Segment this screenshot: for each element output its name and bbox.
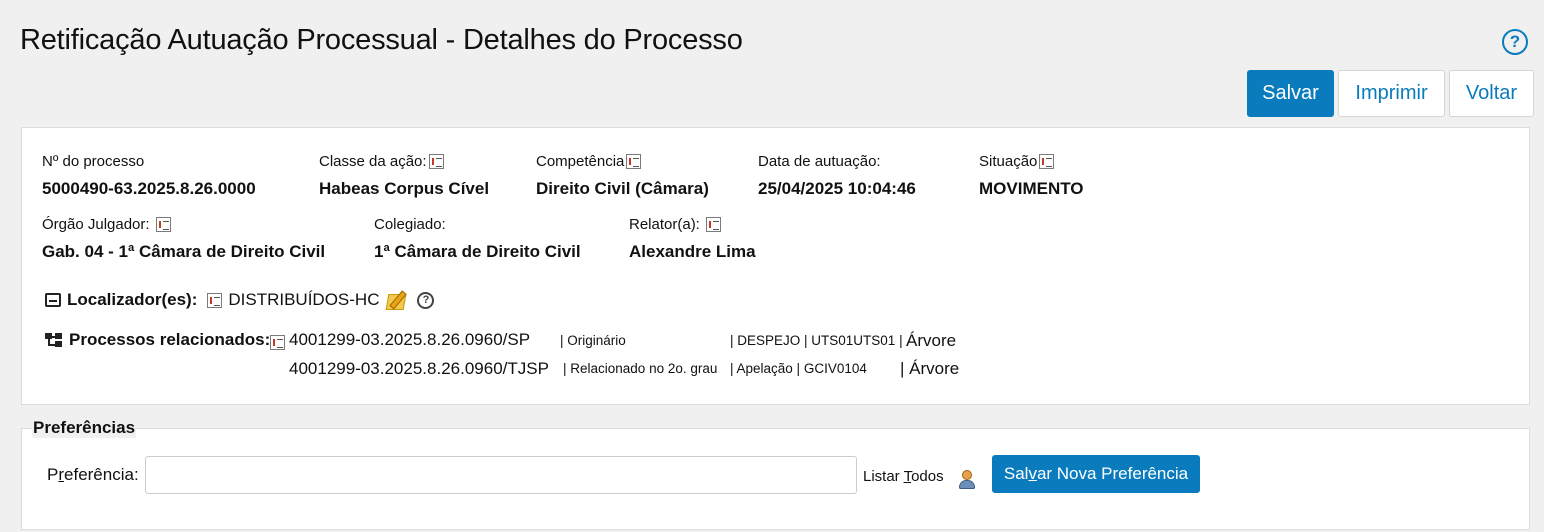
list-all-link[interactable]: Listar Todos xyxy=(863,468,944,485)
orgao-info-icon[interactable] xyxy=(155,217,171,232)
preference-input[interactable] xyxy=(145,456,857,494)
relacionados-label-row: Processos relacionados: xyxy=(45,330,270,350)
classe-label: Classe da ação: xyxy=(319,153,427,170)
page-title: Retificação Autuação Processual - Detalh… xyxy=(20,24,743,56)
colegiado-value: 1ª Câmara de Direito Civil xyxy=(374,242,581,261)
localizador-help-icon[interactable]: ? xyxy=(417,291,435,309)
classe-value: Habeas Corpus Cível xyxy=(319,179,490,198)
localizadores-label: Localizador(es): xyxy=(67,290,198,309)
preferences-legend: Preferências xyxy=(32,418,137,438)
data-autuacao-label: Data de autuação: xyxy=(758,153,881,170)
relacionado-1-detalhe: | DESPEJO | UTS01UTS01 | xyxy=(730,333,903,348)
process-details-card: Nº do processo 5000490-63.2025.8.26.0000… xyxy=(21,127,1530,405)
field-colegiado: Colegiado: 1ª Câmara de Direito Civil xyxy=(374,216,581,262)
orgao-label: Órgão Julgador: xyxy=(42,216,150,233)
classe-info-icon[interactable] xyxy=(428,154,444,169)
localizadores-row: Localizador(es): DISTRIBUÍDOS-HC ? xyxy=(45,288,435,312)
relacionados-label: Processos relacionados: xyxy=(69,330,271,349)
save-button[interactable]: Salvar xyxy=(1247,70,1334,117)
relator-info-icon[interactable] xyxy=(705,217,721,232)
situacao-value: MOVIMENTO xyxy=(979,179,1084,198)
situacao-label: Situação xyxy=(979,153,1038,170)
relacionado-2-tipo: | Relacionado no 2o. grau xyxy=(563,361,718,376)
data-autuacao-value: 25/04/2025 10:04:46 xyxy=(758,179,916,198)
save-new-preference-button[interactable]: Sal v ar Nova Preferência xyxy=(992,455,1200,493)
localizador-value: DISTRIBUÍDOS-HC xyxy=(228,290,380,309)
preference-label: Preferência: xyxy=(47,465,139,484)
field-orgao: Órgão Julgador: Gab. 04 - 1ª Câmara de D… xyxy=(42,216,325,262)
relacionado-2-arvore-link[interactable]: | Árvore xyxy=(900,359,959,379)
field-classe: Classe da ação: Habeas Corpus Cível xyxy=(319,153,489,199)
edit-notes-icon[interactable] xyxy=(385,288,411,312)
field-situacao: Situação MOVIMENTO xyxy=(979,153,1084,199)
tree-structure-icon xyxy=(45,332,63,348)
inbox-tray-icon xyxy=(45,293,61,307)
competencia-value: Direito Civil (Câmara) xyxy=(536,179,709,198)
toolbar: Salvar Imprimir Voltar xyxy=(1247,70,1534,117)
field-data-autuacao: Data de autuação: 25/04/2025 10:04:46 xyxy=(758,153,916,199)
relacionado-1-tipo: | Originário xyxy=(560,333,626,348)
user-icon[interactable] xyxy=(958,470,976,490)
relacionado-info-icon[interactable] xyxy=(270,335,285,350)
relacionado-2-numero[interactable]: 4001299-03.2025.8.26.0960/TJSP xyxy=(289,359,549,379)
situacao-info-icon[interactable] xyxy=(1039,154,1055,169)
competencia-label: Competência xyxy=(536,153,625,170)
help-icon[interactable]: ? xyxy=(1502,29,1528,55)
print-button[interactable]: Imprimir xyxy=(1338,70,1445,117)
colegiado-label: Colegiado: xyxy=(374,216,446,233)
competencia-info-icon[interactable] xyxy=(626,154,642,169)
relator-label: Relator(a): xyxy=(629,216,700,233)
relacionado-1-arvore-link[interactable]: Árvore xyxy=(906,331,956,351)
numero-label: Nº do processo xyxy=(42,153,145,170)
orgao-value: Gab. 04 - 1ª Câmara de Direito Civil xyxy=(42,242,326,261)
numero-value: 5000490-63.2025.8.26.0000 xyxy=(42,179,256,198)
relacionado-1-numero[interactable]: 4001299-03.2025.8.26.0960/SP xyxy=(289,330,530,350)
relacionado-2-detalhe: | Apelação | GCIV0104 xyxy=(730,361,867,376)
localizadores-info-icon[interactable] xyxy=(207,292,223,308)
relator-value: Alexandre Lima xyxy=(629,242,756,261)
field-relator: Relator(a): Alexandre Lima xyxy=(629,216,756,262)
field-competencia: Competência Direito Civil (Câmara) xyxy=(536,153,709,199)
back-button[interactable]: Voltar xyxy=(1449,70,1534,117)
field-numero: Nº do processo 5000490-63.2025.8.26.0000 xyxy=(42,153,256,199)
